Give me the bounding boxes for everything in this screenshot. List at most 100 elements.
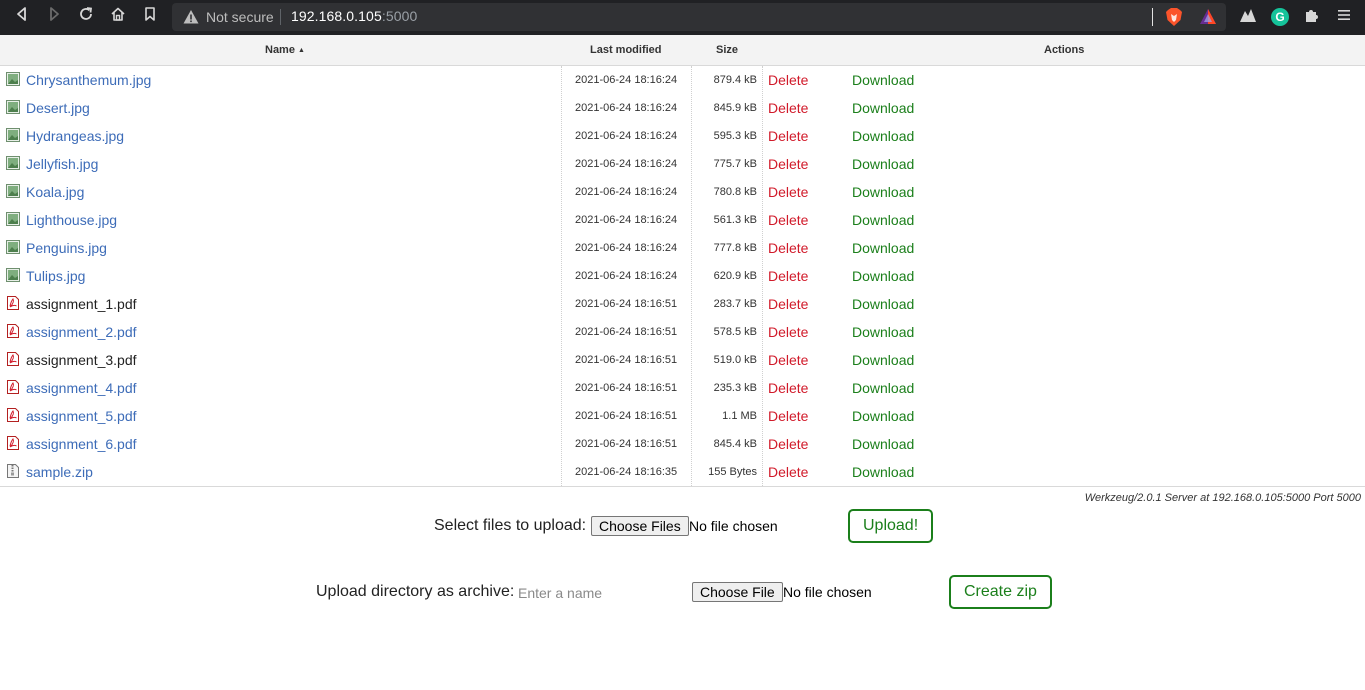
choose-file-button[interactable]: Choose File [692,582,783,602]
warning-icon[interactable] [182,8,200,26]
file-name-link[interactable]: assignment_4.pdf [26,380,137,396]
reload-icon[interactable] [74,6,98,28]
table-row: Desert.jpg 2021-06-24 18:16:24 845.9 kB Del… [0,94,1365,122]
file-name-link[interactable]: Desert.jpg [26,100,90,116]
back-icon[interactable] [10,6,34,28]
download-link[interactable]: Download [852,212,914,228]
delete-link[interactable]: Delete [768,436,808,452]
file-size: 235.3 kB [713,382,757,394]
file-size: 775.7 kB [713,158,757,170]
url-text[interactable]: 192.168.0.105:5000 [291,8,417,24]
file-name-link[interactable]: Hydrangeas.jpg [26,128,124,144]
download-link[interactable]: Download [852,464,914,480]
brave-shield-icon[interactable] [1165,7,1183,27]
brave-rewards-icon[interactable] [1199,8,1217,26]
download-link[interactable]: Download [852,128,914,144]
file-name-link[interactable]: Lighthouse.jpg [26,212,117,228]
file-modified: 2021-06-24 18:16:24 [575,158,678,170]
file-name-link[interactable]: assignment_6.pdf [26,436,137,452]
upload-button[interactable]: Upload! [848,509,934,543]
name-header-label[interactable]: Name [265,44,295,56]
delete-link[interactable]: Delete [768,156,808,172]
delete-link[interactable]: Delete [768,268,808,284]
download-link[interactable]: Download [852,352,914,368]
table-header: Name ▲ Last modified Size Actions [0,35,1365,66]
create-zip-button[interactable]: Create zip [949,575,1052,609]
download-link[interactable]: Download [852,296,914,312]
delete-link[interactable]: Delete [768,72,808,88]
puzzle-icon[interactable] [1302,7,1322,27]
delete-link[interactable]: Delete [768,240,808,256]
url-separator [280,9,281,25]
delete-link[interactable]: Delete [768,296,808,312]
upload-files-label: Select files to upload: [434,517,587,534]
table-row: assignment_4.pdf 2021-06-24 18:16:51 235.3… [0,374,1365,402]
table-row: assignment_1.pdf 2021-06-24 18:16:51 283.7… [0,290,1365,318]
table-row: assignment_3.pdf 2021-06-24 18:16:51 519.0… [0,346,1365,374]
delete-link[interactable]: Delete [768,324,808,340]
file-name-link[interactable]: Koala.jpg [26,184,84,200]
download-link[interactable]: Download [852,436,914,452]
image-icon [6,72,20,86]
sort-ascending-icon[interactable]: ▲ [298,47,305,54]
download-link[interactable]: Download [852,408,914,424]
file-size: 155 Bytes [708,466,757,478]
file-name-link[interactable]: sample.zip [26,464,93,480]
extension-icon[interactable] [1238,7,1258,27]
delete-link[interactable]: Delete [768,352,808,368]
delete-link[interactable]: Delete [768,464,808,480]
security-label[interactable]: Not secure [206,9,274,25]
delete-link[interactable]: Delete [768,380,808,396]
name-column-header[interactable]: Name ▲ [265,44,305,56]
file-modified: 2021-06-24 18:16:24 [575,270,678,282]
download-link[interactable]: Download [852,380,914,396]
last-modified-column-header[interactable]: Last modified [590,44,662,56]
delete-link[interactable]: Delete [768,100,808,116]
download-link[interactable]: Download [852,268,914,284]
download-link[interactable]: Download [852,72,914,88]
size-column-header[interactable]: Size [716,44,738,56]
download-link[interactable]: Download [852,100,914,116]
file-name-link[interactable]: Penguins.jpg [26,240,107,256]
file-modified: 2021-06-24 18:16:24 [575,242,678,254]
download-link[interactable]: Download [852,184,914,200]
choose-files-button[interactable]: Choose Files [591,516,689,536]
file-size: 595.3 kB [713,130,757,142]
pdf-icon [6,408,20,422]
server-signature: Werkzeug/2.0.1 Server at 192.168.0.105:5… [1084,492,1361,504]
url-port: :5000 [381,8,418,24]
table-row: sample.zip 2021-06-24 18:16:35 155 Bytes De… [0,458,1365,486]
file-name-link[interactable]: assignment_3.pdf [26,352,137,368]
zip-icon [6,464,20,478]
delete-link[interactable]: Delete [768,128,808,144]
file-modified: 2021-06-24 18:16:51 [575,354,678,366]
grammarly-icon[interactable]: G [1271,8,1289,26]
archive-name-input[interactable] [512,582,682,604]
image-icon [6,100,20,114]
file-name-link[interactable]: Tulips.jpg [26,268,85,284]
delete-link[interactable]: Delete [768,408,808,424]
image-icon [6,184,20,198]
file-name-link[interactable]: assignment_2.pdf [26,324,137,340]
file-modified: 2021-06-24 18:16:24 [575,186,678,198]
file-name-link[interactable]: Chrysanthemum.jpg [26,72,151,88]
home-icon[interactable] [106,6,130,28]
delete-link[interactable]: Delete [768,212,808,228]
menu-icon[interactable] [1334,7,1354,27]
pdf-icon [6,436,20,450]
upload-files-status: No file chosen [689,518,778,534]
delete-link[interactable]: Delete [768,184,808,200]
file-name-link[interactable]: assignment_5.pdf [26,408,137,424]
table-row: assignment_6.pdf 2021-06-24 18:16:51 845.4… [0,430,1365,458]
upload-directory-status: No file chosen [783,584,872,600]
file-modified: 2021-06-24 18:16:35 [575,466,678,478]
image-icon [6,156,20,170]
table-row: assignment_5.pdf 2021-06-24 18:16:51 1.1 M… [0,402,1365,430]
address-bar[interactable]: Not secure 192.168.0.105:5000 [172,3,1226,31]
file-name-link[interactable]: Jellyfish.jpg [26,156,98,172]
download-link[interactable]: Download [852,240,914,256]
file-name-link[interactable]: assignment_1.pdf [26,296,137,312]
bookmark-icon[interactable] [138,6,162,28]
download-link[interactable]: Download [852,324,914,340]
download-link[interactable]: Download [852,156,914,172]
